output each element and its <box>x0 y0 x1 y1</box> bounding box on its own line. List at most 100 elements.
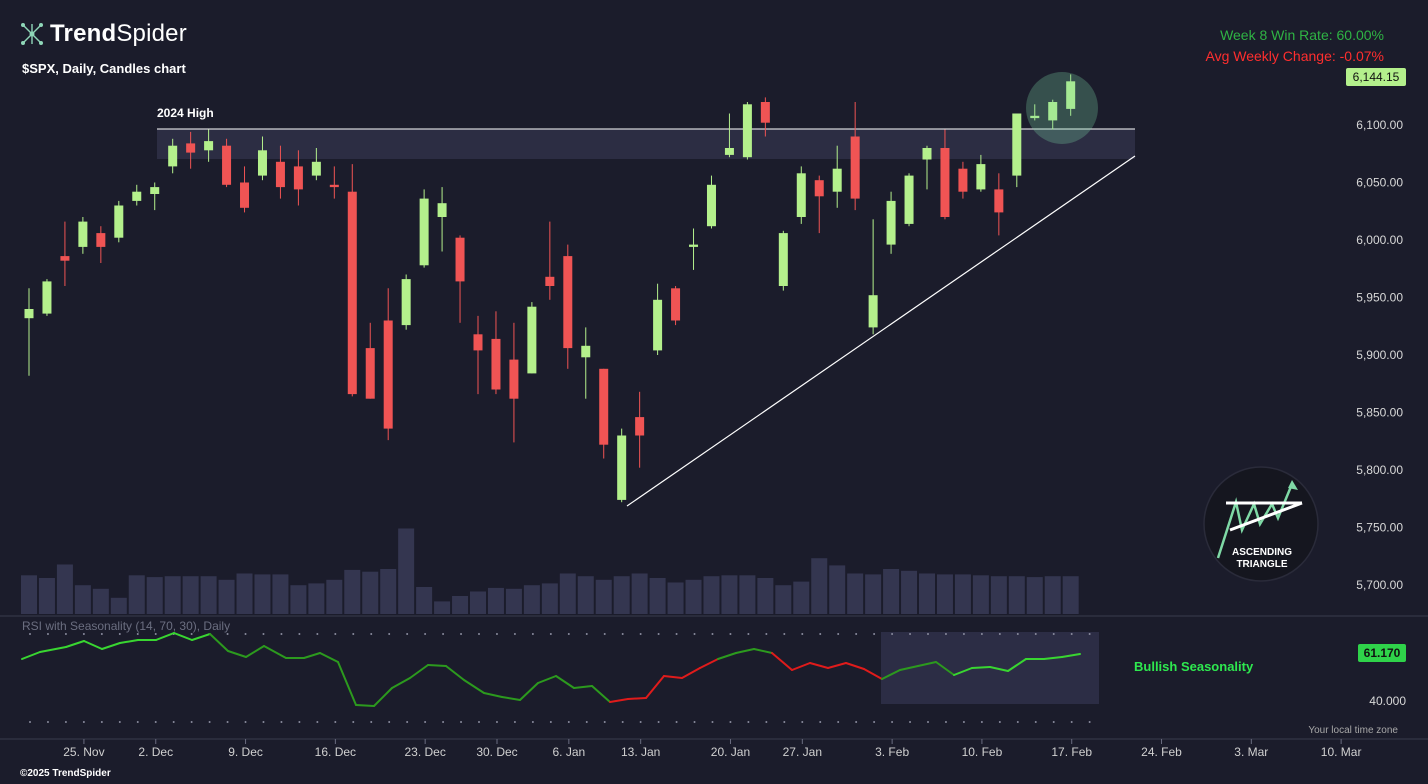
rsi-dot-lower <box>801 721 804 723</box>
rsi-dot-upper <box>675 633 678 635</box>
candle-body <box>671 288 681 321</box>
chart-subtitle: $SPX, Daily, Candles chart <box>22 61 186 76</box>
rsi-dot-upper <box>765 633 768 635</box>
candle-body <box>796 173 806 217</box>
rsi-dot-lower <box>927 721 929 723</box>
rsi-segment <box>227 650 247 658</box>
rsi-dot-upper <box>585 633 588 635</box>
local-time-zone[interactable]: Your local time zone <box>1308 725 1398 736</box>
rsi-dot-lower <box>262 721 265 723</box>
rsi-dot-upper <box>244 633 247 635</box>
chart-stage: 5,700.00 5,750.00 5,800.00 5,850.00 5,900.00… <box>0 0 1428 784</box>
x-tick-label: 16. Dec <box>315 745 356 759</box>
rsi-dot-upper <box>783 633 786 635</box>
x-tick-label: 25. Nov <box>63 745 104 759</box>
rsi-segment <box>827 662 847 669</box>
candle-body <box>868 295 878 328</box>
candle-body <box>419 198 429 266</box>
rsi-dot-upper <box>29 633 31 635</box>
rsi-dot-lower <box>873 721 876 723</box>
rsi-dot-lower <box>909 721 912 723</box>
rsi-segment <box>483 692 503 698</box>
rsi-dot-upper <box>837 633 840 635</box>
rsi-dot-lower <box>442 721 445 723</box>
candle-body <box>635 417 645 436</box>
y-tick-label: 5,700.00 <box>1356 578 1403 592</box>
volume-bar <box>128 575 145 614</box>
win-rate-text: Week 8 Win Rate: 60.00% <box>1220 27 1384 43</box>
volume-bar <box>182 576 199 614</box>
rsi-dot-lower <box>172 721 175 723</box>
rsi-dot-upper <box>316 633 319 635</box>
x-tick-label: 30. Dec <box>476 745 517 759</box>
rsi-dot-lower <box>495 721 498 723</box>
x-tick-label: 23. Dec <box>404 745 445 759</box>
candle-body <box>311 161 321 176</box>
candle-body <box>922 148 932 160</box>
rsi-segment <box>101 642 121 650</box>
brand-wordmark: TrendSpider <box>50 20 187 47</box>
rsi-dot-lower <box>334 721 337 723</box>
volume-bar <box>865 574 882 614</box>
x-tick-label: 3. Mar <box>1234 745 1268 759</box>
rsi-segment <box>319 652 339 663</box>
rsi-segment <box>209 633 229 652</box>
volume-bar <box>110 597 127 614</box>
rsi-dot-upper <box>1052 633 1055 635</box>
candle-body <box>168 145 178 167</box>
resistance-zone <box>157 129 1135 159</box>
rsi-dot-lower <box>783 721 786 723</box>
rsi-dot-lower <box>819 721 822 723</box>
rsi-dot-upper <box>855 633 858 635</box>
rsi-dot-lower <box>136 721 139 723</box>
rsi-dot-upper <box>909 633 912 635</box>
rsi-dot-upper <box>711 633 714 635</box>
rsi-segment <box>463 679 485 694</box>
rsi-value-badge: 61.170 <box>1358 644 1406 662</box>
candle-body <box>545 276 555 286</box>
x-tick-label: 13. Jan <box>621 745 660 759</box>
volume-bar <box>757 578 774 614</box>
volume-bar <box>613 576 630 614</box>
candle-body <box>114 205 124 238</box>
rsi-dot-upper <box>298 633 301 635</box>
rsi-layer <box>21 632 1099 723</box>
rsi-dot-lower <box>585 721 588 723</box>
rsi-dot-lower <box>406 721 409 723</box>
volume-bar <box>344 569 361 614</box>
rsi-segment <box>845 662 865 670</box>
rsi-dot-lower <box>1034 721 1037 723</box>
volume-bar <box>901 570 918 614</box>
rsi-dot-lower <box>64 721 67 723</box>
rsi-dot-lower <box>460 721 463 723</box>
rsi-dot-upper <box>801 633 804 635</box>
rsi-title[interactable]: RSI with Seasonality (14, 70, 30), Daily <box>22 619 230 633</box>
volume-bar <box>505 588 522 614</box>
candle-body <box>563 256 573 349</box>
rsi-dot-lower <box>765 721 768 723</box>
rsi-dot-lower <box>891 721 894 723</box>
rsi-dot-lower <box>1016 721 1019 723</box>
x-tick-label: 24. Feb <box>1141 745 1182 759</box>
volume-bar <box>254 574 271 614</box>
rsi-segment <box>537 675 557 684</box>
rsi-dot-upper <box>352 633 355 635</box>
candle-body <box>365 348 375 399</box>
volume-bar <box>667 582 684 614</box>
rsi-segment <box>573 685 593 689</box>
volume-bar <box>452 596 469 614</box>
x-tick-label: 2. Dec <box>138 745 173 759</box>
rsi-segment <box>627 697 647 700</box>
volume-bar <box>272 574 289 614</box>
candle-body <box>527 306 537 374</box>
candle-body <box>329 184 339 188</box>
rsi-dot-upper <box>82 633 85 635</box>
candle-body <box>383 320 393 429</box>
rsi-dot-upper <box>549 633 552 635</box>
avg-change-text: Avg Weekly Change: -0.07% <box>1205 48 1384 64</box>
rsi-segment <box>155 632 175 641</box>
rsi-segment <box>337 661 357 706</box>
rsi-dot-lower <box>280 721 283 723</box>
rsi-dot-upper <box>729 633 732 635</box>
rsi-dot-lower <box>226 721 229 723</box>
